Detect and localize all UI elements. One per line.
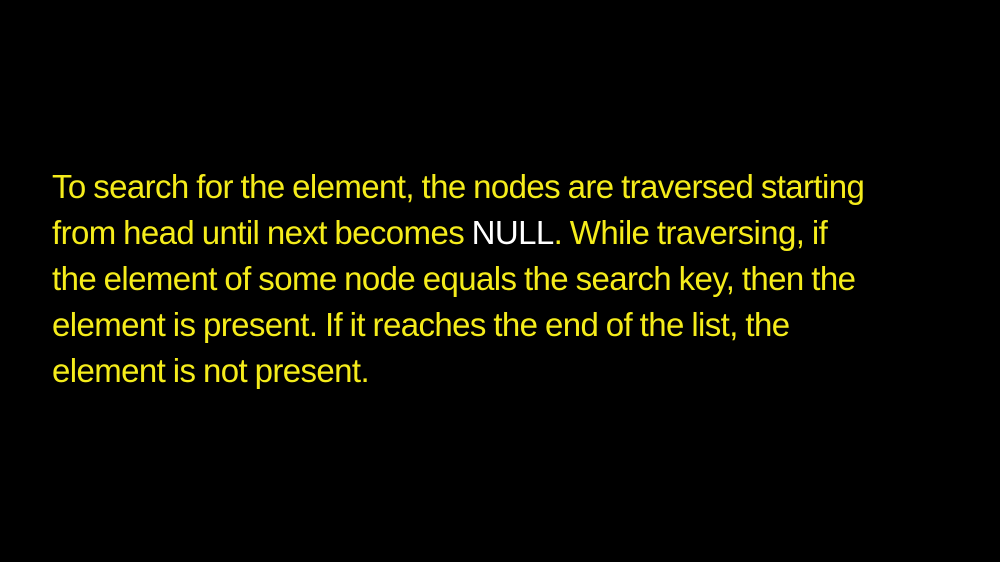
explanation-paragraph: To search for the element, the nodes are… (52, 164, 982, 394)
paragraph-line-5: element is not present. (52, 352, 370, 389)
paragraph-line-2-end: . While traversing, if (553, 214, 828, 251)
paragraph-line-4: element is present. If it reaches the en… (52, 306, 790, 343)
slide-background: To search for the element, the nodes are… (0, 0, 1000, 562)
paragraph-line-1: To search for the element, the nodes are… (52, 168, 865, 205)
paragraph-line-3: the element of some node equals the sear… (52, 260, 856, 297)
paragraph-line-2: from head until next becomes NULL. While… (52, 210, 982, 256)
null-keyword: NULL (471, 214, 555, 251)
paragraph-line-2-start: from head until next becomes (52, 214, 472, 251)
